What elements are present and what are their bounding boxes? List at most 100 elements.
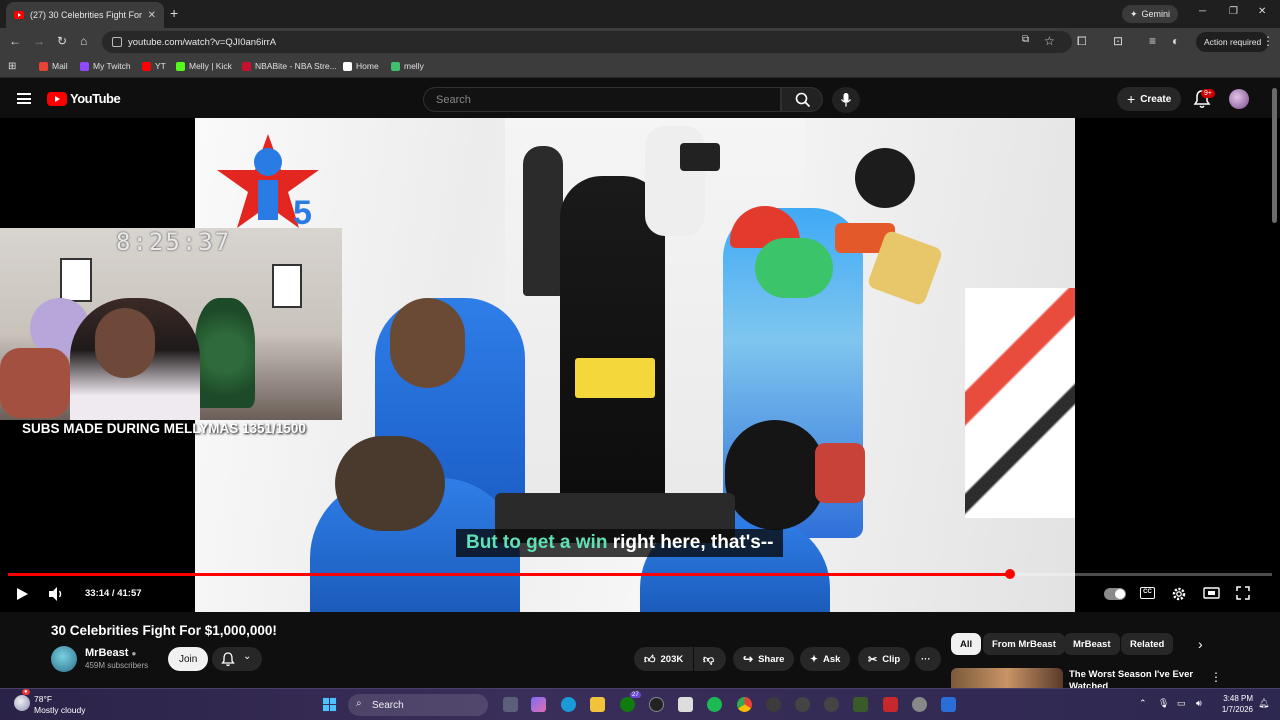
recommended-video-thumbnail[interactable] [951,668,1063,688]
new-tab-button[interactable]: + [170,5,178,21]
red-app-icon[interactable] [883,697,898,712]
more-actions-button[interactable]: ··· [915,647,941,671]
voice-search-button[interactable] [832,87,860,113]
close-window-icon[interactable]: ✕ [1258,6,1266,17]
more-options-icon[interactable]: ⋮ [1210,670,1222,684]
url-field[interactable]: youtube.com/watch?v=QJI0an6irrA [102,31,1072,53]
taskbar-search[interactable]: ⌕ Search [348,694,488,716]
taskbar-time[interactable]: 3:48 PM [1219,694,1253,703]
bookmark-melly[interactable]: melly [391,61,424,71]
captions-icon[interactable]: CC [1140,587,1155,599]
sparkle-icon: ✦ [810,653,818,665]
play-icon[interactable] [14,586,30,602]
ask-button[interactable]: ✦ Ask [800,647,851,671]
fullscreen-icon[interactable] [1236,586,1250,600]
site-info-icon[interactable] [112,37,122,47]
chrome-icon[interactable] [737,697,752,712]
robot-toy-ring [575,358,655,398]
task-view-icon[interactable] [503,697,518,712]
restore-icon[interactable]: ❐ [1229,6,1238,17]
install-icon[interactable]: ⧉ [1022,34,1029,45]
obs-icon[interactable] [766,697,781,712]
youtube-logo[interactable]: YouTube [47,91,121,106]
tab-search-icon[interactable]: ⊡ [1113,34,1123,48]
weather-temperature[interactable]: 78°F [34,694,52,704]
store-icon[interactable] [678,697,693,712]
search-button[interactable] [781,87,823,112]
sparkle-icon: ✦ [1130,8,1138,19]
action-required-button[interactable]: Action required [1196,32,1270,52]
kick-icon [176,61,185,71]
share-button[interactable]: ↪ Share [733,647,795,671]
blue-app-icon[interactable] [941,697,956,712]
forward-icon[interactable]: → [33,34,45,48]
volume-tray-icon[interactable]: 🔊︎ [1196,698,1202,709]
tray-monitor-icon[interactable]: ▭ [1177,698,1186,709]
edge-icon[interactable] [561,697,576,712]
tray-mic-icon[interactable]: 🎙︎ [1158,698,1169,709]
address-bar-row: ← → ↻ ⌂ youtube.com/watch?v=QJI0an6irrA … [0,28,1280,56]
channel-avatar[interactable] [51,646,77,672]
extensions-icon[interactable]: ⧠ [1077,34,1087,49]
bookmark-yt[interactable]: YT [142,61,166,71]
stream-timer: 8:25:37 [116,228,232,256]
browser-tab[interactable]: (27) 30 Celebrities Fight For $1... ✕ [6,2,164,28]
copilot-icon[interactable] [531,697,546,712]
progress-bar-played[interactable] [8,573,1010,576]
reload-icon[interactable]: ↻ [57,34,67,48]
minimize-icon[interactable]: ─ [1199,6,1206,17]
xbox-icon[interactable] [620,697,635,712]
bookmark-twitch[interactable]: My Twitch [80,61,131,71]
bookmark-star-icon[interactable]: ☆ [1044,34,1055,48]
weather-description[interactable]: Mostly cloudy [34,705,86,715]
like-button[interactable]: 👍︎ 203K [634,647,693,671]
chip-related[interactable]: Related [1121,633,1174,655]
chip-from-mrbeast[interactable]: From MrBeast [983,633,1065,655]
channel-name[interactable]: MrBeast ● [85,647,136,659]
search-input[interactable]: Search [423,87,781,112]
browser-menu-icon[interactable]: ⋮ [1262,34,1274,48]
progress-scrubber-handle[interactable] [1004,569,1015,579]
clip-button[interactable]: ✂ Clip [858,647,911,671]
reading-list-icon[interactable]: ≡ [1149,34,1156,48]
create-button[interactable]: + Create [1117,87,1182,111]
notification-center-icon[interactable]: 🔔︎ [1258,698,1269,709]
forward-app-icon[interactable] [824,697,839,712]
weather-cloud-icon[interactable] [14,695,30,711]
theater-mode-icon[interactable] [1203,586,1220,600]
github-icon[interactable] [649,697,664,712]
spotify-icon[interactable] [707,697,722,712]
bookmark-nbabite[interactable]: NBABite - NBA Stre... [242,61,337,71]
youtube-header: YouTube Search + Create [0,80,1280,118]
file-explorer-icon[interactable] [590,697,605,712]
settings-gear-icon[interactable] [1171,586,1187,602]
chip-all[interactable]: All [951,633,982,655]
back-icon[interactable]: ← [9,34,21,48]
hamburger-menu-icon[interactable] [17,93,31,104]
bookmark-mail[interactable]: Mail [39,61,68,71]
apps-grid-icon[interactable]: ⊞ [8,61,16,72]
tab-close-icon[interactable]: ✕ [148,10,156,21]
dislike-button[interactable]: 👎︎ [694,647,726,671]
minecraft-icon[interactable] [853,697,868,712]
settings-icon[interactable] [912,697,927,712]
chip-mrbeast[interactable]: MrBeast [1064,633,1120,655]
account-avatar[interactable] [1229,89,1249,109]
join-button[interactable]: Join [168,647,209,671]
subscribe-notification-button[interactable]: ⌄ [212,647,262,671]
gemini-button[interactable]: ✦ Gemini [1122,5,1179,23]
bookmark-home[interactable]: Home [343,61,379,71]
autoplay-toggle[interactable] [1104,588,1126,600]
windows-start-icon[interactable] [322,697,337,712]
bookmark-kick[interactable]: Melly | Kick [176,61,232,71]
tray-chevron-icon[interactable]: ⌃ [1139,698,1147,709]
gmail-icon [39,61,48,71]
create-label: Create [1140,93,1172,105]
media-player-icon[interactable] [795,697,810,712]
home-icon[interactable]: ⌂ [80,34,87,48]
profile-icon[interactable]: ◐ [1172,34,1179,48]
volume-icon[interactable] [47,586,65,602]
chevron-right-icon[interactable]: › [1198,636,1203,652]
taskbar-date[interactable]: 1/7/2026 [1209,705,1253,714]
page-scrollbar[interactable] [1272,88,1277,223]
